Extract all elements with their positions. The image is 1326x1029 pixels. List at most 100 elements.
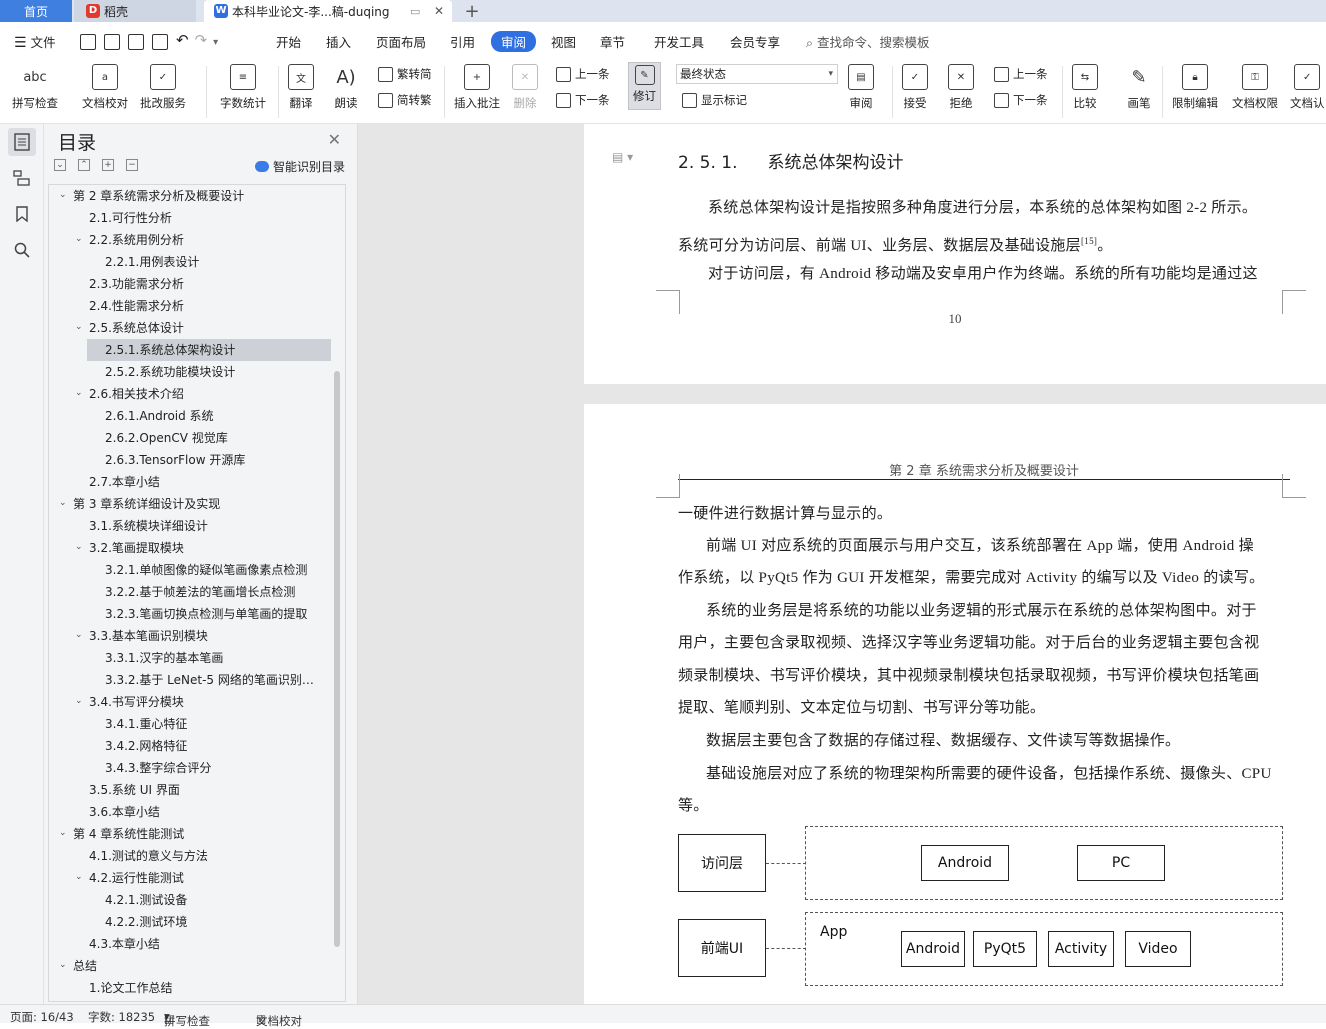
toc-item[interactable]: 2.6.1.Android 系统 — [105, 405, 323, 427]
menu-review[interactable]: 审阅 — [491, 31, 537, 52]
menu-start[interactable]: 开始 — [276, 32, 301, 51]
toc-item[interactable]: 3.2.3.笔画切换点检测与单笔画的提取 — [105, 603, 323, 625]
chapter-nav-icon[interactable] — [8, 164, 36, 192]
toc-item[interactable]: 4.2.1.测试设备 — [105, 889, 323, 911]
toc-panel-icon[interactable] — [8, 128, 36, 156]
expand-toggle-icon[interactable]: ⌄ — [59, 498, 67, 508]
show-markup-button[interactable]: 显示标记 — [682, 92, 747, 108]
restrict-edit-button[interactable]: 🔒︎ 限制编辑 — [1172, 64, 1218, 111]
toc-item[interactable]: 3.6.本章小结 — [89, 801, 323, 823]
new-tab-button[interactable]: + — [460, 0, 484, 22]
word-count-button[interactable]: ≡ 字数统计 — [220, 64, 266, 111]
doc-proof-button[interactable]: a 文档校对 — [82, 64, 128, 111]
insert-comment-button[interactable]: + 插入批注 — [454, 64, 500, 111]
expand-toggle-icon[interactable]: ⌄ — [75, 542, 83, 552]
expand-toggle-icon[interactable]: ⌄ — [75, 872, 83, 882]
toc-item[interactable]: 2.6.3.TensorFlow 开源库 — [105, 449, 323, 471]
spell-check-button[interactable]: abc 拼写检查 — [12, 64, 58, 111]
toc-scrollbar[interactable] — [334, 371, 340, 947]
pin-icon[interactable]: ▭ — [410, 5, 420, 18]
prev-change-button[interactable]: 上一条 — [994, 66, 1048, 82]
toc-item[interactable]: 2.5.系统总体设计 — [89, 317, 323, 339]
read-aloud-button[interactable]: A) 朗读 — [333, 64, 359, 111]
page-options-icon[interactable]: ▤ ▾ — [612, 150, 633, 164]
toc-item[interactable]: 4.1.测试的意义与方法 — [89, 845, 323, 867]
menu-member[interactable]: 会员专享 — [730, 32, 780, 51]
toc-item[interactable]: 2.1.可行性分析 — [89, 207, 323, 229]
close-icon[interactable]: ✕ — [328, 130, 341, 149]
close-icon[interactable]: ✕ — [434, 4, 444, 18]
trad-to-simp-button[interactable]: 繁转简 — [378, 66, 432, 82]
toc-item[interactable]: 3.2.1.单帧图像的疑似笔画像素点检测 — [105, 559, 323, 581]
toc-item[interactable]: 4.3.本章小结 — [89, 933, 323, 955]
print-icon[interactable] — [128, 33, 144, 50]
review-pane-button[interactable]: ▤ 审阅 — [848, 64, 874, 111]
translate-button[interactable]: 文翻译 — [288, 64, 314, 111]
bookmark-icon[interactable] — [8, 200, 36, 228]
next-comment-button[interactable]: 下一条 — [556, 92, 610, 108]
simp-to-trad-button[interactable]: 简转繁 — [378, 92, 432, 108]
tab-home[interactable]: 首页 — [0, 0, 72, 22]
print-preview-icon[interactable] — [152, 33, 168, 50]
expand-toggle-icon[interactable]: ⌄ — [75, 630, 83, 640]
prev-comment-button[interactable]: 上一条 — [556, 66, 610, 82]
toc-item[interactable]: 3.3.2.基于 LeNet-5 网络的笔画识别训... — [105, 669, 323, 691]
file-menu[interactable]: ☰ 文件 — [14, 32, 56, 51]
expand-toggle-icon[interactable]: ⌄ — [59, 960, 67, 970]
pen-button[interactable]: ✎ 画笔 — [1126, 64, 1152, 111]
toc-item[interactable]: 第 2 章系统需求分析及概要设计 — [73, 185, 323, 207]
more-icon[interactable]: ▾ — [213, 37, 218, 48]
expand-toggle-icon[interactable]: ⌄ — [59, 190, 67, 200]
expand-toggle-icon[interactable]: ⌄ — [75, 234, 83, 244]
track-changes-button[interactable]: ✎ 修订 — [628, 62, 661, 110]
menu-layout[interactable]: 页面布局 — [376, 32, 426, 51]
redo-icon[interactable]: ↷ — [195, 31, 208, 49]
export-icon[interactable] — [104, 33, 120, 50]
next-change-button[interactable]: 下一条 — [994, 92, 1048, 108]
toc-item[interactable]: 4.2.2.测试环境 — [105, 911, 323, 933]
toc-item[interactable]: 3.4.1.重心特征 — [105, 713, 323, 735]
markup-status-select[interactable]: 最终状态 — [676, 64, 838, 84]
smart-toc-button[interactable]: 智能识别目录 — [254, 158, 345, 175]
menu-chapter[interactable]: 章节 — [600, 32, 625, 51]
tab-docer[interactable]: D 稻壳 — [74, 0, 196, 22]
doc-permission-button[interactable]: ⚿ 文档权限 — [1232, 64, 1278, 111]
command-search[interactable]: ⌕ 查找命令、搜索模板 — [806, 32, 930, 51]
toc-item[interactable]: 2.7.本章小结 — [89, 471, 323, 493]
toc-item[interactable]: 3.3.1.汉字的基本笔画 — [105, 647, 323, 669]
toc-item[interactable]: 3.2.2.基于帧差法的笔画增长点检测 — [105, 581, 323, 603]
undo-icon[interactable]: ↶ — [176, 31, 189, 49]
expand-toggle-icon[interactable]: ⌄ — [59, 828, 67, 838]
find-icon[interactable] — [8, 236, 36, 264]
accept-button[interactable]: ✓ 接受 — [902, 64, 928, 111]
expand-toggle-icon[interactable]: ⌄ — [75, 322, 83, 332]
toc-item[interactable]: 第 3 章系统详细设计及实现 — [73, 493, 323, 515]
menu-view[interactable]: 视图 — [551, 32, 576, 51]
toc-item[interactable]: 3.4.2.网格特征 — [105, 735, 323, 757]
collapse-all-icon[interactable]: ⌄ — [54, 159, 66, 171]
menu-developer[interactable]: 开发工具 — [654, 32, 704, 51]
expand-up-icon[interactable]: ⌃ — [78, 159, 90, 171]
toc-item[interactable]: 2.5.2.系统功能模块设计 — [105, 361, 323, 383]
save-icon[interactable] — [80, 33, 96, 50]
toc-item[interactable]: 3.4.书写评分模块 — [89, 691, 323, 713]
toc-item[interactable]: 第 4 章系统性能测试 — [73, 823, 323, 845]
toc-item[interactable]: 3.4.3.整字综合评分 — [105, 757, 323, 779]
spell-check-status[interactable]: ☑ 拼写检查 ▾ — [164, 1009, 210, 1028]
toc-item[interactable]: 2.6.2.OpenCV 视觉库 — [105, 427, 323, 449]
toc-item[interactable]: 4.2.运行性能测试 — [89, 867, 323, 889]
toc-item[interactable]: 总结 — [73, 955, 323, 977]
menu-insert[interactable]: 插入 — [326, 32, 351, 51]
toc-item[interactable]: 2.3.功能需求分析 — [89, 273, 323, 295]
toc-item[interactable]: 2.2.系统用例分析 — [89, 229, 323, 251]
menu-references[interactable]: 引用 — [450, 32, 475, 51]
correction-service-button[interactable]: ✓ 批改服务 — [140, 64, 186, 111]
toc-item[interactable]: 3.3.基本笔画识别模块 — [89, 625, 323, 647]
reject-button[interactable]: ✕ 拒绝 — [948, 64, 974, 111]
toc-item[interactable]: 3.1.系统模块详细设计 — [89, 515, 323, 537]
add-heading-icon[interactable]: + — [102, 159, 114, 171]
doc-cert-button[interactable]: ✓ 文档认 — [1290, 64, 1325, 111]
toc-item[interactable]: 1.论文工作总结 — [89, 977, 323, 999]
toc-item[interactable]: 2.5.1.系统总体架构设计 — [87, 339, 331, 361]
toc-item[interactable]: 3.5.系统 UI 界面 — [89, 779, 323, 801]
